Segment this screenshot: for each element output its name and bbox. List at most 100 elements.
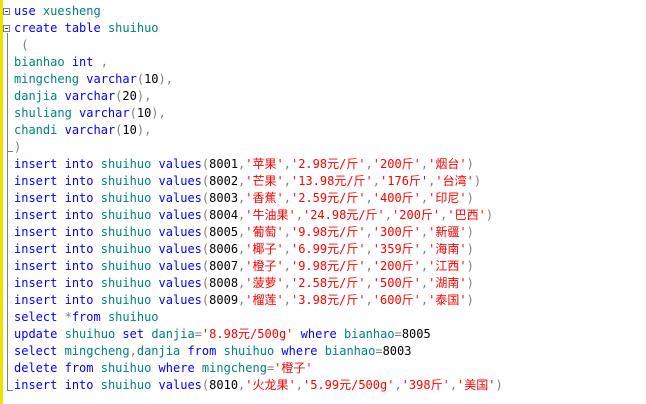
code-token: shuihuo xyxy=(107,310,159,324)
fold-gutter xyxy=(3,0,13,404)
code-token: '200斤' xyxy=(372,157,421,171)
code-token: '9.98元/斤' xyxy=(290,259,366,273)
code-token: shuihuo xyxy=(107,21,159,35)
code-token: table xyxy=(64,21,101,35)
code-line[interactable]: insert into shuihuo values(8001,'苹果','2.… xyxy=(14,156,646,173)
code-token: ) xyxy=(14,140,22,154)
code-token: '176斤' xyxy=(380,174,429,188)
code-token: ) xyxy=(466,225,474,239)
fold-end-marker xyxy=(7,390,13,391)
code-token: , xyxy=(365,242,373,256)
code-token: '椰子' xyxy=(245,242,284,256)
code-token: into xyxy=(64,225,94,239)
code-line[interactable]: update shuihuo set danjia='8.98元/500g' w… xyxy=(14,326,646,343)
code-token: 8005 xyxy=(401,327,431,341)
code-token: values xyxy=(158,259,202,273)
code-token: insert xyxy=(14,378,58,392)
code-line[interactable]: ( xyxy=(14,37,646,54)
code-token: , xyxy=(283,157,291,171)
code-line[interactable]: insert into shuihuo values(8010,'火龙果','5… xyxy=(14,377,646,394)
code-line[interactable]: insert into shuihuo values(8006,'椰子','6.… xyxy=(14,241,646,258)
code-token: into xyxy=(64,157,94,171)
code-token: ) xyxy=(466,191,474,205)
code-token: ) xyxy=(466,157,474,171)
code-line[interactable]: insert into shuihuo values(8009,'榴莲','3.… xyxy=(14,292,646,309)
code-line[interactable]: bianhao int , xyxy=(14,54,646,71)
code-token: shuihuo xyxy=(100,191,152,205)
code-token: values xyxy=(158,225,202,239)
code-token: , xyxy=(384,208,393,222)
code-token: '美国' xyxy=(457,378,496,392)
code-line[interactable]: chandi varchar(10), xyxy=(14,122,646,139)
code-line[interactable]: insert into shuihuo values(8002,'芒果','13… xyxy=(14,173,646,190)
code-line[interactable]: select mingcheng,danjia from shuihuo whe… xyxy=(14,343,646,360)
code-token: , xyxy=(365,191,373,205)
code-token: 8003 xyxy=(382,344,412,358)
code-token: , xyxy=(283,225,291,239)
code-token: , xyxy=(365,157,373,171)
code-line[interactable]: insert into shuihuo values(8008,'菠萝','2.… xyxy=(14,275,646,292)
code-line[interactable]: insert into shuihuo values(8004,'牛油果','2… xyxy=(14,207,646,224)
code-token: mingcheng xyxy=(201,361,267,375)
collapse-create-block-icon[interactable] xyxy=(3,25,10,32)
code-token: shuihuo xyxy=(100,293,152,307)
code-token: from xyxy=(71,310,101,324)
code-token: from xyxy=(64,361,94,375)
code-line[interactable]: shuliang varchar(10), xyxy=(14,105,646,122)
collapse-use-block-icon[interactable] xyxy=(3,8,10,15)
code-token: insert xyxy=(14,242,58,256)
code-token: varchar xyxy=(64,123,116,137)
code-line[interactable]: select *from shuihuo xyxy=(14,309,646,326)
code-token: 8008 xyxy=(209,276,239,290)
code-token: values xyxy=(158,174,202,188)
code-line[interactable]: create table shuihuo xyxy=(14,20,646,37)
code-token: shuihuo xyxy=(100,242,152,256)
code-token: values xyxy=(158,293,202,307)
code-token: into xyxy=(64,242,94,256)
code-line[interactable]: ) xyxy=(14,139,646,156)
code-line[interactable]: use xuesheng xyxy=(14,3,646,20)
code-token: ) xyxy=(466,242,474,256)
code-line[interactable]: danjia varchar(20), xyxy=(14,88,646,105)
code-token: ( xyxy=(14,38,29,52)
code-token: select xyxy=(14,310,58,324)
code-token: insert xyxy=(14,157,58,171)
code-token: 8010 xyxy=(209,378,239,392)
code-token: , xyxy=(283,276,291,290)
code-token: where xyxy=(300,327,337,341)
code-token: xuesheng xyxy=(42,4,101,18)
code-token: shuihuo xyxy=(100,157,152,171)
code-line[interactable]: mingcheng varchar(10), xyxy=(14,71,646,88)
code-token: , xyxy=(365,276,373,290)
code-token: = xyxy=(375,344,383,358)
code-token: '13.98元/斤' xyxy=(290,174,373,188)
code-token: bianhao xyxy=(324,344,376,358)
code-token: '398斤' xyxy=(401,378,450,392)
code-token: insert xyxy=(14,208,58,222)
code-token: into xyxy=(64,208,94,222)
code-token: '8.98元/500g' xyxy=(201,327,294,341)
code-line[interactable]: insert into shuihuo values(8005,'葡萄','9.… xyxy=(14,224,646,241)
code-token: varchar xyxy=(79,106,130,120)
code-line[interactable]: delete from shuihuo where mingcheng='橙子' xyxy=(14,360,646,377)
code-line[interactable]: insert into shuihuo values(8007,'橙子','9.… xyxy=(14,258,646,275)
sql-query-editor[interactable]: use xuesheng create table shuihuo ( bianha… xyxy=(0,0,646,404)
code-token: = xyxy=(194,327,202,341)
code-token: '火龙果' xyxy=(245,378,296,392)
code-token: '2.98元/斤' xyxy=(290,157,366,171)
code-token: danjia xyxy=(151,327,195,341)
code-token: '200斤' xyxy=(372,259,421,273)
code-line[interactable]: insert into shuihuo values(8003,'香蕉','2.… xyxy=(14,190,646,207)
code-token: '海南' xyxy=(428,242,467,256)
